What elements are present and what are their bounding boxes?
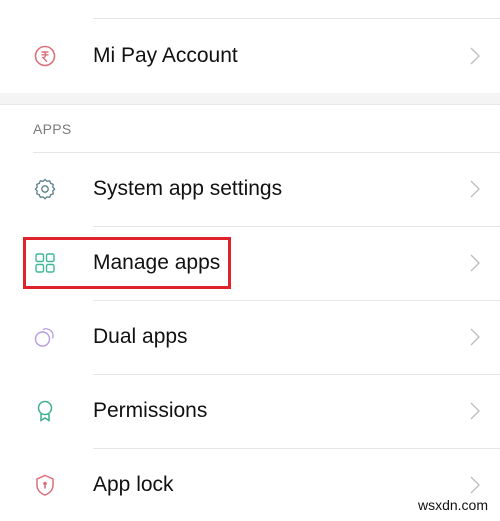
system-app-settings-item[interactable]: System app settings xyxy=(0,153,500,225)
divider xyxy=(93,18,500,19)
chevron-right-icon xyxy=(470,180,480,198)
chevron-right-icon xyxy=(470,328,480,346)
rupee-icon xyxy=(34,45,56,67)
item-label: Mi Pay Account xyxy=(93,44,238,67)
section-gap xyxy=(0,93,500,105)
watermark: wsxdn.com xyxy=(417,497,488,513)
chevron-right-icon xyxy=(470,47,480,65)
item-label: System app settings xyxy=(93,177,283,200)
gear-icon xyxy=(34,178,56,200)
chevron-right-icon xyxy=(470,476,480,494)
chevron-right-icon xyxy=(470,402,480,420)
shield-lock-icon xyxy=(36,474,54,496)
mi-pay-account-item[interactable]: Mi Pay Account xyxy=(0,20,500,92)
item-label: App lock xyxy=(93,473,174,496)
dual-apps-item[interactable]: Dual apps xyxy=(0,301,500,373)
item-label: Dual apps xyxy=(93,325,188,348)
permissions-item[interactable]: Permissions xyxy=(0,375,500,447)
highlight-box xyxy=(23,237,231,289)
badge-icon xyxy=(37,400,53,422)
chevron-right-icon xyxy=(470,254,480,272)
item-label: Permissions xyxy=(93,399,208,422)
section-header-apps: APPS xyxy=(33,121,72,137)
dual-circles-icon xyxy=(34,328,54,347)
